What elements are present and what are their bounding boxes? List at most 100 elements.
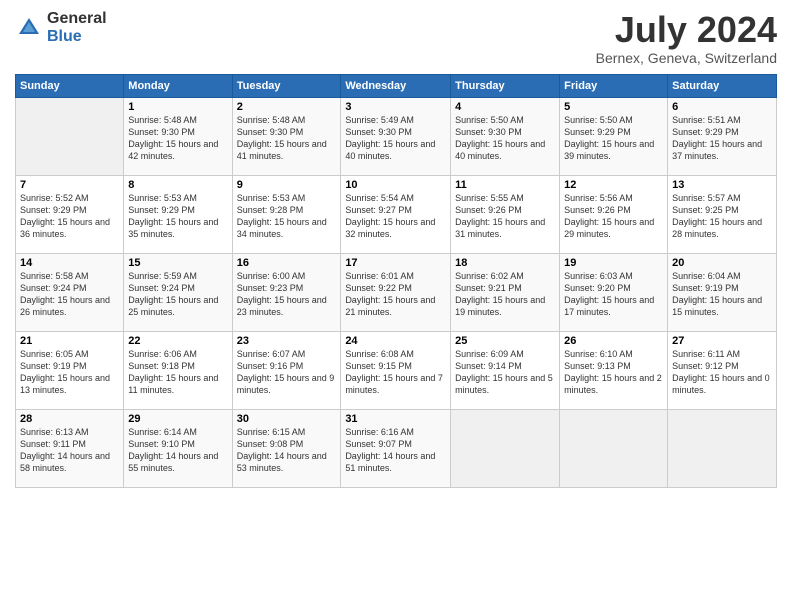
day-number: 7 [20, 179, 119, 191]
weekday-header-sunday: Sunday [16, 74, 124, 97]
day-info: Sunrise: 5:53 AMSunset: 9:28 PMDaylight:… [237, 192, 337, 241]
day-number: 23 [237, 335, 337, 347]
day-number: 9 [237, 179, 337, 191]
calendar-cell: 15Sunrise: 5:59 AMSunset: 9:24 PMDayligh… [124, 253, 232, 331]
day-info: Sunrise: 5:48 AMSunset: 9:30 PMDaylight:… [237, 114, 337, 163]
location-text: Bernex, Geneva, Switzerland [596, 50, 777, 66]
title-block: July 2024 Bernex, Geneva, Switzerland [596, 10, 777, 66]
weekday-row: SundayMondayTuesdayWednesdayThursdayFrid… [16, 74, 777, 97]
day-number: 22 [128, 335, 227, 347]
calendar-week-4: 21Sunrise: 6:05 AMSunset: 9:19 PMDayligh… [16, 331, 777, 409]
day-info: Sunrise: 5:48 AMSunset: 9:30 PMDaylight:… [128, 114, 227, 163]
calendar-cell: 17Sunrise: 6:01 AMSunset: 9:22 PMDayligh… [341, 253, 451, 331]
day-info: Sunrise: 6:00 AMSunset: 9:23 PMDaylight:… [237, 270, 337, 319]
calendar-cell: 23Sunrise: 6:07 AMSunset: 9:16 PMDayligh… [232, 331, 341, 409]
calendar-cell: 18Sunrise: 6:02 AMSunset: 9:21 PMDayligh… [451, 253, 560, 331]
calendar-cell: 21Sunrise: 6:05 AMSunset: 9:19 PMDayligh… [16, 331, 124, 409]
day-info: Sunrise: 6:02 AMSunset: 9:21 PMDaylight:… [455, 270, 555, 319]
calendar-cell: 9Sunrise: 5:53 AMSunset: 9:28 PMDaylight… [232, 175, 341, 253]
day-number: 29 [128, 413, 227, 425]
day-number: 2 [237, 101, 337, 113]
calendar-cell: 1Sunrise: 5:48 AMSunset: 9:30 PMDaylight… [124, 97, 232, 175]
day-info: Sunrise: 6:09 AMSunset: 9:14 PMDaylight:… [455, 348, 555, 397]
weekday-header-monday: Monday [124, 74, 232, 97]
day-number: 31 [345, 413, 446, 425]
day-number: 26 [564, 335, 663, 347]
day-number: 10 [345, 179, 446, 191]
calendar-cell: 25Sunrise: 6:09 AMSunset: 9:14 PMDayligh… [451, 331, 560, 409]
day-number: 21 [20, 335, 119, 347]
calendar-cell: 26Sunrise: 6:10 AMSunset: 9:13 PMDayligh… [560, 331, 668, 409]
calendar-cell: 30Sunrise: 6:15 AMSunset: 9:08 PMDayligh… [232, 409, 341, 487]
calendar-cell: 20Sunrise: 6:04 AMSunset: 9:19 PMDayligh… [668, 253, 777, 331]
day-info: Sunrise: 5:51 AMSunset: 9:29 PMDaylight:… [672, 114, 772, 163]
day-number: 6 [672, 101, 772, 113]
month-title: July 2024 [596, 10, 777, 50]
day-number: 18 [455, 257, 555, 269]
day-number: 27 [672, 335, 772, 347]
calendar-week-1: 1Sunrise: 5:48 AMSunset: 9:30 PMDaylight… [16, 97, 777, 175]
calendar-cell: 31Sunrise: 6:16 AMSunset: 9:07 PMDayligh… [341, 409, 451, 487]
day-info: Sunrise: 5:55 AMSunset: 9:26 PMDaylight:… [455, 192, 555, 241]
day-number: 16 [237, 257, 337, 269]
calendar-cell: 7Sunrise: 5:52 AMSunset: 9:29 PMDaylight… [16, 175, 124, 253]
day-number: 3 [345, 101, 446, 113]
calendar-cell [451, 409, 560, 487]
calendar-week-3: 14Sunrise: 5:58 AMSunset: 9:24 PMDayligh… [16, 253, 777, 331]
day-number: 1 [128, 101, 227, 113]
day-info: Sunrise: 6:07 AMSunset: 9:16 PMDaylight:… [237, 348, 337, 397]
day-number: 14 [20, 257, 119, 269]
day-info: Sunrise: 6:01 AMSunset: 9:22 PMDaylight:… [345, 270, 446, 319]
day-info: Sunrise: 6:05 AMSunset: 9:19 PMDaylight:… [20, 348, 119, 397]
day-info: Sunrise: 5:53 AMSunset: 9:29 PMDaylight:… [128, 192, 227, 241]
calendar-cell: 4Sunrise: 5:50 AMSunset: 9:30 PMDaylight… [451, 97, 560, 175]
day-info: Sunrise: 5:59 AMSunset: 9:24 PMDaylight:… [128, 270, 227, 319]
day-info: Sunrise: 5:50 AMSunset: 9:30 PMDaylight:… [455, 114, 555, 163]
day-info: Sunrise: 5:49 AMSunset: 9:30 PMDaylight:… [345, 114, 446, 163]
day-number: 30 [237, 413, 337, 425]
calendar-week-2: 7Sunrise: 5:52 AMSunset: 9:29 PMDaylight… [16, 175, 777, 253]
day-number: 24 [345, 335, 446, 347]
logo-icon [15, 14, 43, 42]
day-info: Sunrise: 6:14 AMSunset: 9:10 PMDaylight:… [128, 426, 227, 475]
calendar-cell: 28Sunrise: 6:13 AMSunset: 9:11 PMDayligh… [16, 409, 124, 487]
calendar-cell: 22Sunrise: 6:06 AMSunset: 9:18 PMDayligh… [124, 331, 232, 409]
day-info: Sunrise: 6:13 AMSunset: 9:11 PMDaylight:… [20, 426, 119, 475]
calendar-cell: 16Sunrise: 6:00 AMSunset: 9:23 PMDayligh… [232, 253, 341, 331]
day-number: 20 [672, 257, 772, 269]
day-info: Sunrise: 5:50 AMSunset: 9:29 PMDaylight:… [564, 114, 663, 163]
day-info: Sunrise: 6:08 AMSunset: 9:15 PMDaylight:… [345, 348, 446, 397]
calendar-cell: 12Sunrise: 5:56 AMSunset: 9:26 PMDayligh… [560, 175, 668, 253]
calendar-cell: 8Sunrise: 5:53 AMSunset: 9:29 PMDaylight… [124, 175, 232, 253]
day-info: Sunrise: 5:54 AMSunset: 9:27 PMDaylight:… [345, 192, 446, 241]
day-info: Sunrise: 6:03 AMSunset: 9:20 PMDaylight:… [564, 270, 663, 319]
calendar-cell: 3Sunrise: 5:49 AMSunset: 9:30 PMDaylight… [341, 97, 451, 175]
day-number: 28 [20, 413, 119, 425]
logo-blue-text: Blue [47, 28, 107, 46]
day-number: 8 [128, 179, 227, 191]
day-info: Sunrise: 6:16 AMSunset: 9:07 PMDaylight:… [345, 426, 446, 475]
calendar-cell: 6Sunrise: 5:51 AMSunset: 9:29 PMDaylight… [668, 97, 777, 175]
day-info: Sunrise: 6:15 AMSunset: 9:08 PMDaylight:… [237, 426, 337, 475]
day-number: 15 [128, 257, 227, 269]
day-info: Sunrise: 6:04 AMSunset: 9:19 PMDaylight:… [672, 270, 772, 319]
day-number: 4 [455, 101, 555, 113]
calendar-cell: 27Sunrise: 6:11 AMSunset: 9:12 PMDayligh… [668, 331, 777, 409]
day-number: 19 [564, 257, 663, 269]
page-header: General Blue July 2024 Bernex, Geneva, S… [15, 10, 777, 66]
day-number: 25 [455, 335, 555, 347]
calendar-cell: 24Sunrise: 6:08 AMSunset: 9:15 PMDayligh… [341, 331, 451, 409]
day-number: 13 [672, 179, 772, 191]
calendar-body: 1Sunrise: 5:48 AMSunset: 9:30 PMDaylight… [16, 97, 777, 487]
day-number: 12 [564, 179, 663, 191]
calendar-week-5: 28Sunrise: 6:13 AMSunset: 9:11 PMDayligh… [16, 409, 777, 487]
day-number: 17 [345, 257, 446, 269]
day-info: Sunrise: 5:58 AMSunset: 9:24 PMDaylight:… [20, 270, 119, 319]
day-number: 5 [564, 101, 663, 113]
calendar-header: SundayMondayTuesdayWednesdayThursdayFrid… [16, 74, 777, 97]
weekday-header-wednesday: Wednesday [341, 74, 451, 97]
logo-text: General Blue [47, 10, 107, 45]
calendar-cell: 5Sunrise: 5:50 AMSunset: 9:29 PMDaylight… [560, 97, 668, 175]
weekday-header-friday: Friday [560, 74, 668, 97]
logo: General Blue [15, 10, 107, 45]
